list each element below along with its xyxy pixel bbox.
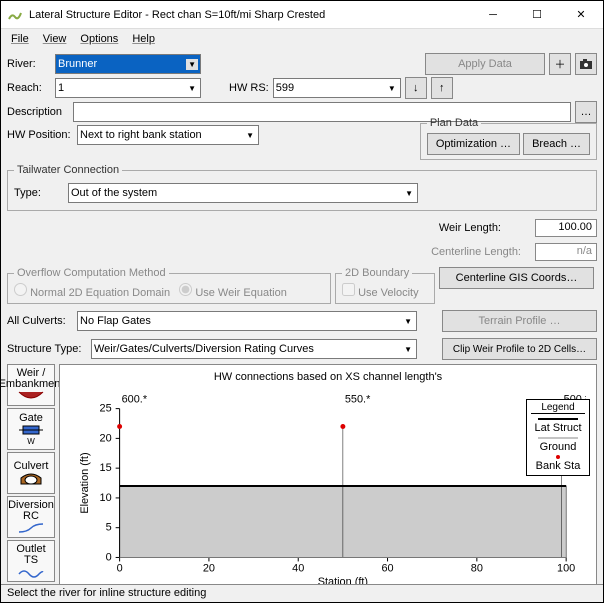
weir-length-label: Weir Length: bbox=[439, 222, 501, 234]
chevron-down-icon: ▼ bbox=[404, 345, 414, 354]
svg-text:25: 25 bbox=[100, 403, 112, 415]
camera-icon bbox=[579, 58, 593, 70]
minimize-button[interactable]: ─ bbox=[471, 1, 515, 29]
river-select[interactable]: Brunner ▼ bbox=[55, 54, 201, 74]
reach-value: 1 bbox=[58, 82, 64, 94]
close-button[interactable]: ✕ bbox=[559, 1, 603, 29]
all-culverts-value: No Flap Gates bbox=[80, 315, 151, 327]
structure-type-label: Structure Type: bbox=[7, 343, 87, 355]
menu-file[interactable]: File bbox=[11, 33, 29, 45]
type-value: Out of the system bbox=[71, 187, 157, 199]
gate-icon bbox=[17, 424, 45, 438]
apply-data-button[interactable]: Apply Data bbox=[425, 53, 545, 75]
hw-position-value: Next to right bank station bbox=[80, 129, 202, 141]
weir-icon bbox=[17, 390, 45, 402]
titlebar: Lateral Structure Editor - Rect chan S=1… bbox=[1, 1, 603, 29]
breach-button[interactable]: Breach … bbox=[523, 133, 590, 155]
status-text: Select the river for inline structure ed… bbox=[7, 587, 206, 599]
chevron-down-icon: ▼ bbox=[246, 131, 256, 140]
centerline-length-value: n/a bbox=[535, 243, 597, 261]
svg-text:60: 60 bbox=[381, 562, 393, 574]
chevron-down-icon: ▼ bbox=[188, 84, 198, 93]
structure-type-select[interactable]: Weir/Gates/Culverts/Diversion Rating Cur… bbox=[91, 339, 417, 359]
structure-type-value: Weir/Gates/Culverts/Diversion Rating Cur… bbox=[94, 343, 314, 355]
culvert-icon bbox=[17, 472, 45, 486]
plan-data-legend: Plan Data bbox=[427, 117, 481, 129]
description-label: Description bbox=[7, 106, 69, 118]
river-label: River: bbox=[7, 58, 51, 70]
svg-text:550.*: 550.* bbox=[345, 394, 371, 406]
gate-button[interactable]: Gate W bbox=[7, 408, 55, 450]
menu-bar: File View Options Help bbox=[1, 29, 603, 49]
svg-text:5: 5 bbox=[106, 522, 112, 534]
chevron-down-icon: ▼ bbox=[405, 189, 415, 198]
reach-label: Reach: bbox=[7, 82, 51, 94]
svg-text:20: 20 bbox=[100, 432, 112, 444]
tailwater-legend: Tailwater Connection bbox=[14, 164, 122, 176]
menu-help[interactable]: Help bbox=[132, 33, 155, 45]
wave-icon bbox=[17, 566, 45, 578]
hwrs-value: 599 bbox=[276, 82, 294, 94]
hwrs-label: HW RS: bbox=[229, 82, 269, 94]
hw-position-select[interactable]: Next to right bank station ▼ bbox=[77, 125, 259, 145]
svg-text:80: 80 bbox=[471, 562, 483, 574]
menu-options[interactable]: Options bbox=[80, 33, 118, 45]
centerline-length-label: Centerline Length: bbox=[431, 246, 521, 258]
clip-weir-button[interactable]: Clip Weir Profile to 2D Cells… bbox=[442, 338, 597, 360]
camera-button[interactable] bbox=[575, 53, 597, 75]
overflow-fieldset: Overflow Computation Method Normal 2D Eq… bbox=[7, 267, 331, 304]
chevron-down-icon: ▼ bbox=[186, 59, 198, 70]
window-title: Lateral Structure Editor - Rect chan S=1… bbox=[29, 9, 471, 21]
down-button[interactable]: ↓ bbox=[405, 77, 427, 99]
chart-legend: Legend Lat Struct Ground Bank Sta bbox=[526, 399, 590, 476]
tailwater-fieldset: Tailwater Connection Type: Out of the sy… bbox=[7, 164, 597, 211]
reach-select[interactable]: 1▼ bbox=[55, 78, 201, 98]
svg-text:20: 20 bbox=[203, 562, 215, 574]
chevron-down-icon: ▼ bbox=[404, 317, 414, 326]
app-icon bbox=[7, 7, 23, 23]
all-culverts-label: All Culverts: bbox=[7, 315, 73, 327]
optimization-button[interactable]: Optimization … bbox=[427, 133, 520, 155]
plus-button[interactable]: ＋ bbox=[549, 53, 571, 75]
terrain-profile-button[interactable]: Terrain Profile … bbox=[442, 310, 597, 332]
svg-text:Elevation (ft): Elevation (ft) bbox=[79, 452, 91, 513]
twod-boundary-fieldset: 2D Boundary Use Velocity bbox=[335, 267, 435, 304]
svg-text:600.*: 600.* bbox=[122, 394, 148, 406]
svg-text:0: 0 bbox=[117, 562, 123, 574]
menu-view[interactable]: View bbox=[43, 33, 67, 45]
svg-text:10: 10 bbox=[100, 492, 112, 504]
use-velocity-checkbox[interactable]: Use Velocity bbox=[342, 287, 419, 299]
hw-position-label: HW Position: bbox=[7, 129, 77, 141]
chevron-down-icon: ▼ bbox=[388, 84, 398, 93]
twod-legend: 2D Boundary bbox=[342, 267, 412, 279]
river-value: Brunner bbox=[58, 58, 97, 70]
culvert-button[interactable]: Culvert bbox=[7, 452, 55, 494]
outlet-ts-button[interactable]: OutletTS bbox=[7, 540, 55, 582]
svg-text:15: 15 bbox=[100, 462, 112, 474]
radio-weir-eq[interactable]: Use Weir Equation bbox=[179, 287, 287, 299]
svg-text:0: 0 bbox=[106, 551, 112, 563]
radio-normal-2d[interactable]: Normal 2D Equation Domain bbox=[14, 287, 170, 299]
status-bar: Select the river for inline structure ed… bbox=[1, 584, 603, 602]
chart-panel: HW connections based on XS channel lengt… bbox=[59, 364, 597, 598]
svg-text:40: 40 bbox=[292, 562, 304, 574]
plan-data-fieldset: Plan Data Optimization … Breach … bbox=[420, 117, 597, 160]
structure-toolbar: Weir /Embankment Gate W Culvert Diversio… bbox=[7, 364, 55, 598]
svg-text:100: 100 bbox=[557, 562, 575, 574]
centerline-gis-button[interactable]: Centerline GIS Coords… bbox=[439, 267, 594, 289]
maximize-button[interactable]: ☐ bbox=[515, 1, 559, 29]
weir-length-value: 100.00 bbox=[535, 219, 597, 237]
overflow-legend: Overflow Computation Method bbox=[14, 267, 169, 279]
type-label: Type: bbox=[14, 187, 64, 199]
up-button[interactable]: ↑ bbox=[431, 77, 453, 99]
type-select[interactable]: Out of the system ▼ bbox=[68, 183, 418, 203]
chart-title: HW connections based on XS channel lengt… bbox=[70, 371, 586, 383]
diversion-rc-button[interactable]: DiversionRC bbox=[7, 496, 55, 538]
chart-svg: 0204060801000510152025Station (ft)Elevat… bbox=[70, 383, 586, 593]
all-culverts-select[interactable]: No Flap Gates ▼ bbox=[77, 311, 417, 331]
hwrs-select[interactable]: 599 ▼ bbox=[273, 78, 401, 98]
weir-embankment-button[interactable]: Weir /Embankment bbox=[7, 364, 55, 406]
curve-icon bbox=[17, 522, 45, 534]
